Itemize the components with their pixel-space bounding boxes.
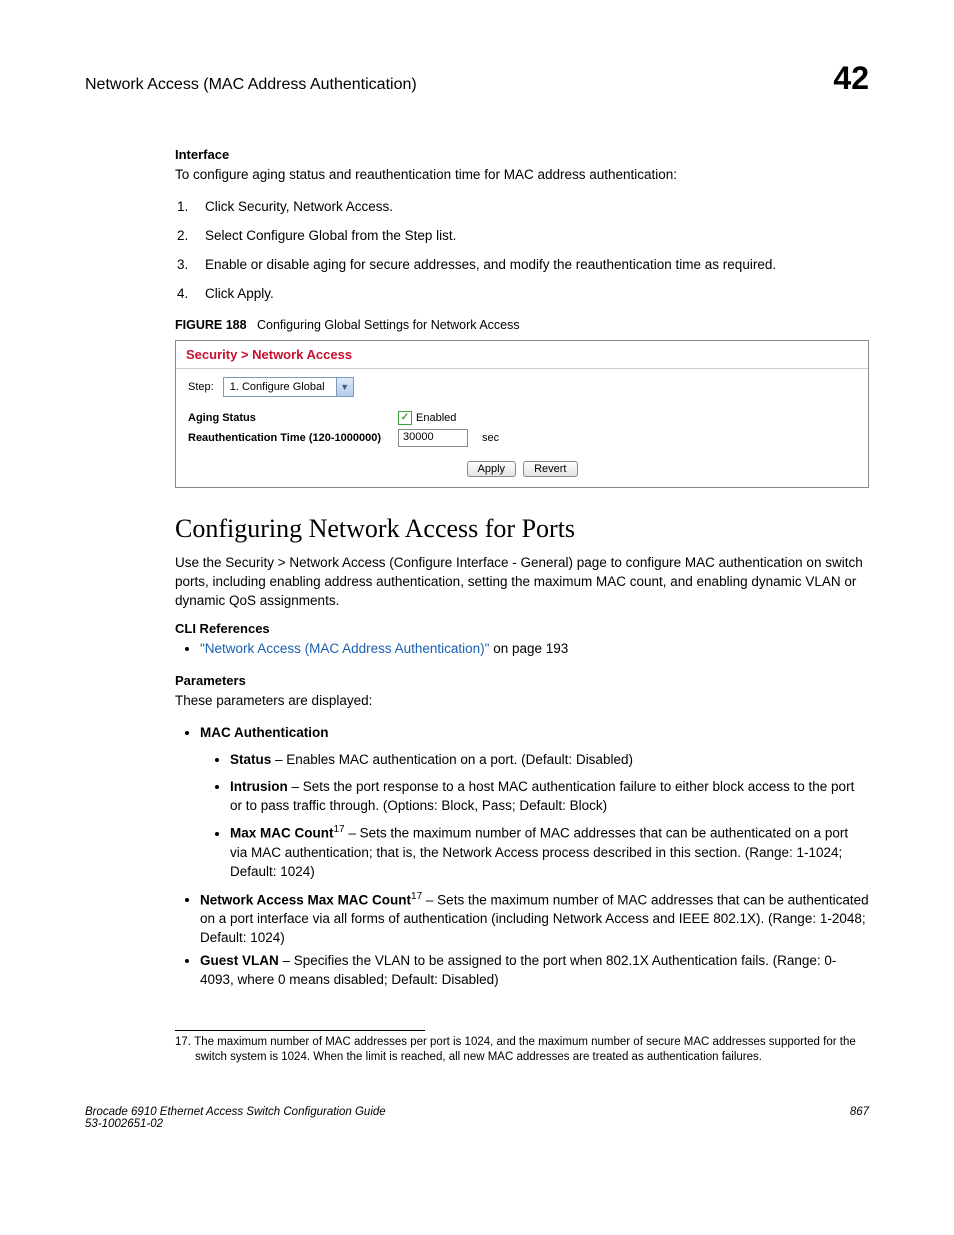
param-item: Intrusion – Sets the port response to a …: [230, 778, 869, 816]
param-item: Network Access Max MAC Count17 – Sets th…: [200, 890, 869, 948]
interface-steps: Click Security, Network Access. Select C…: [175, 198, 869, 304]
mac-auth-label: MAC Authentication: [200, 725, 329, 740]
chapter-number: 42: [833, 60, 869, 97]
param-name: Max MAC Count: [230, 826, 334, 841]
footnote-ref: 17: [334, 824, 345, 835]
aging-enabled-text: Enabled: [416, 412, 456, 424]
page-number: 867: [850, 1106, 869, 1130]
footer-doc-id: 53-1002651-02: [85, 1118, 163, 1130]
footnote-number: 17.: [175, 1036, 191, 1048]
step-item: Click Apply.: [175, 285, 869, 304]
apply-button[interactable]: Apply: [467, 461, 517, 477]
param-item: Status – Enables MAC authentication on a…: [230, 751, 869, 770]
parameters-heading: Parameters: [175, 673, 869, 688]
step-dropdown[interactable]: 1. Configure Global ▼: [223, 377, 354, 397]
figure-title: Configuring Global Settings for Network …: [257, 318, 520, 332]
cli-reference-item: "Network Access (MAC Address Authenticat…: [200, 640, 869, 659]
header-section-title: Network Access (MAC Address Authenticati…: [85, 76, 417, 94]
step-label: Step:: [188, 381, 214, 393]
footnote-ref: 17: [411, 891, 422, 902]
param-desc: – Sets the port response to a host MAC a…: [230, 779, 854, 813]
aging-status-label: Aging Status: [188, 412, 398, 424]
cli-references-heading: CLI References: [175, 621, 869, 636]
page-header: Network Access (MAC Address Authenticati…: [80, 60, 874, 97]
interface-intro: To configure aging status and reauthenti…: [175, 166, 869, 185]
step-selector-row: Step: 1. Configure Global ▼: [188, 377, 856, 397]
param-name: Intrusion: [230, 779, 288, 794]
param-name: Status: [230, 752, 271, 767]
param-desc: – Specifies the VLAN to be assigned to t…: [200, 953, 836, 987]
param-item: Max MAC Count17 – Sets the maximum numbe…: [230, 823, 869, 881]
panel-breadcrumb: Security > Network Access: [176, 341, 868, 369]
cli-reference-link[interactable]: "Network Access (MAC Address Authenticat…: [200, 641, 489, 656]
section-intro: Use the Security > Network Access (Confi…: [175, 554, 869, 611]
step-item: Click Security, Network Access.: [175, 198, 869, 217]
param-name: Guest VLAN: [200, 953, 279, 968]
step-dropdown-value: 1. Configure Global: [224, 378, 336, 396]
footnote-rule: [175, 1030, 425, 1031]
cli-reference-tail: on page 193: [489, 641, 568, 656]
reauth-time-label: Reauthentication Time (120-1000000): [188, 432, 398, 444]
footnote-text: The maximum number of MAC addresses per …: [194, 1036, 856, 1064]
aging-enabled-checkbox[interactable]: ✓: [398, 411, 412, 425]
footer-doc-title: Brocade 6910 Ethernet Access Switch Conf…: [85, 1106, 386, 1118]
param-item: Guest VLAN – Specifies the VLAN to be as…: [200, 952, 869, 990]
param-name: Network Access Max MAC Count: [200, 892, 411, 907]
page-footer: Brocade 6910 Ethernet Access Switch Conf…: [80, 1106, 874, 1130]
reauth-time-input[interactable]: 30000: [398, 429, 468, 447]
revert-button[interactable]: Revert: [523, 461, 577, 477]
screenshot-panel: Security > Network Access Step: 1. Confi…: [175, 340, 869, 488]
reauth-time-unit: sec: [482, 432, 499, 444]
param-group: MAC Authentication Status – Enables MAC …: [200, 724, 869, 882]
step-item: Select Configure Global from the Step li…: [175, 227, 869, 246]
footnote: 17. The maximum number of MAC addresses …: [175, 1035, 869, 1066]
figure-label: FIGURE 188: [175, 318, 247, 332]
chevron-down-icon[interactable]: ▼: [336, 378, 353, 396]
step-item: Enable or disable aging for secure addre…: [175, 256, 869, 275]
parameters-intro: These parameters are displayed:: [175, 692, 869, 711]
param-desc: – Enables MAC authentication on a port. …: [271, 752, 633, 767]
figure-caption: FIGURE 188 Configuring Global Settings f…: [175, 318, 869, 332]
interface-heading: Interface: [175, 147, 869, 162]
section-heading: Configuring Network Access for Ports: [175, 514, 869, 544]
